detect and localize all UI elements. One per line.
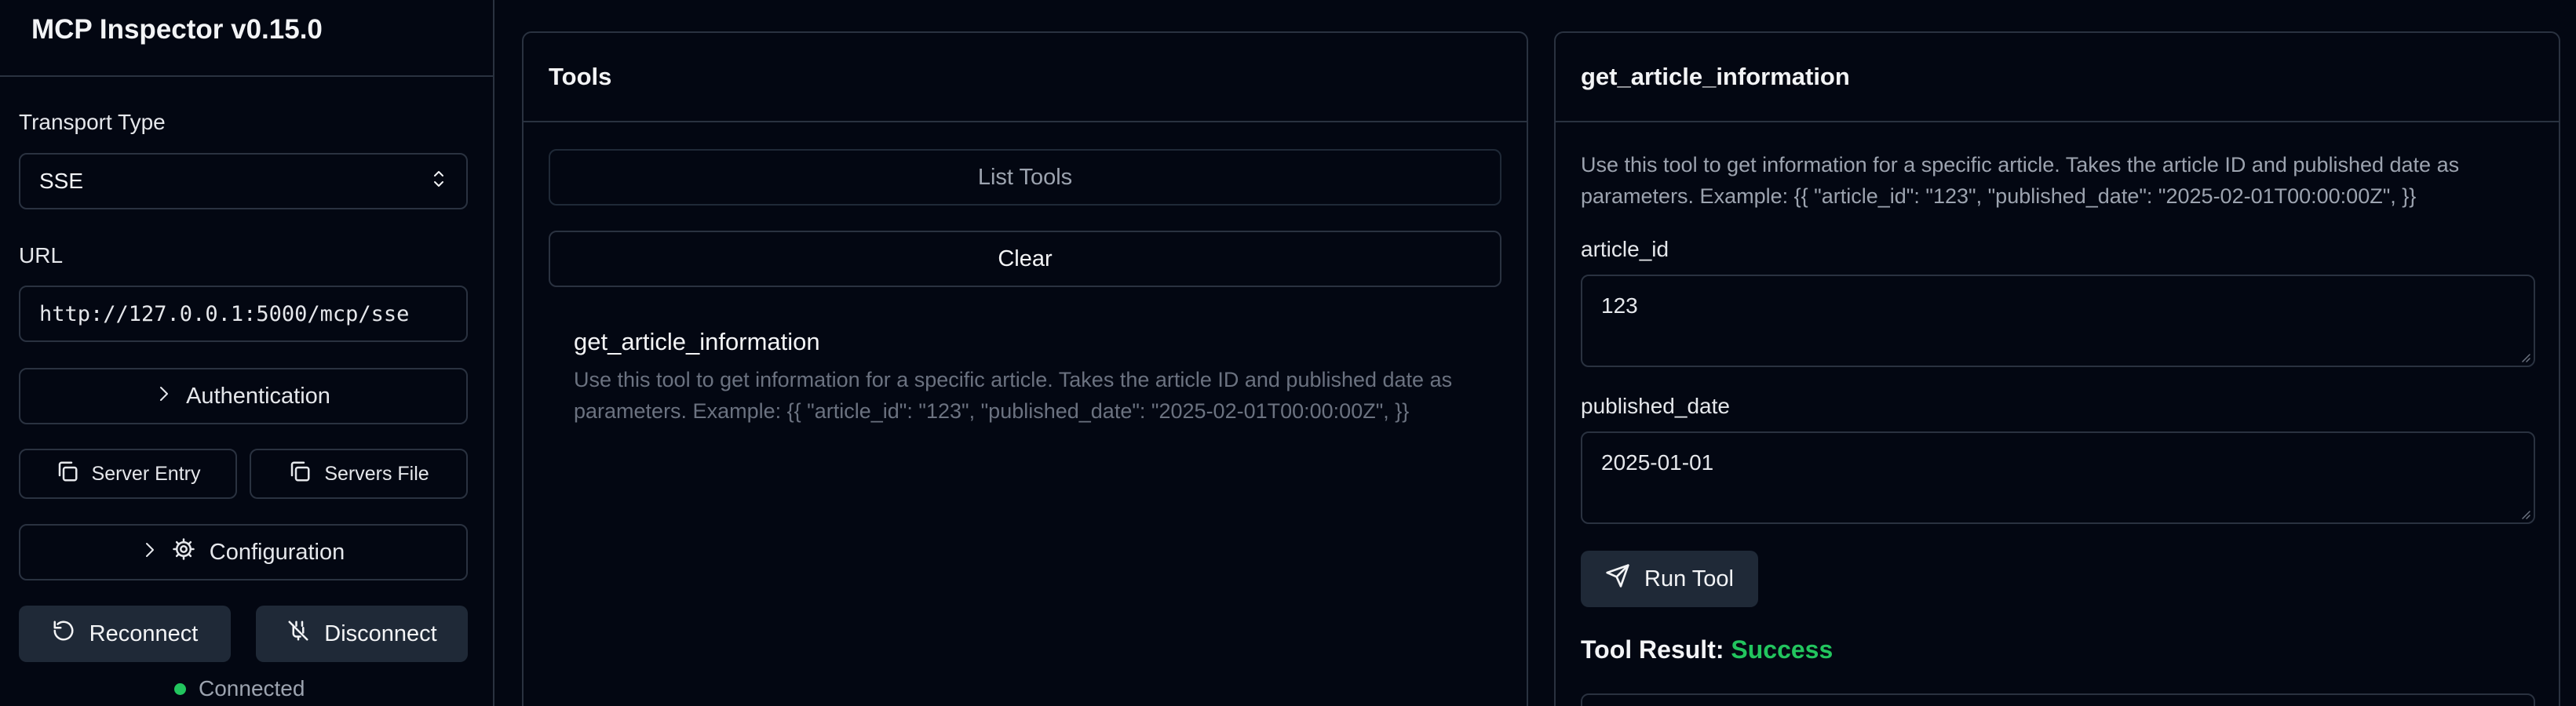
transport-type-value: SSE <box>39 169 84 193</box>
published-date-input[interactable]: 2025-01-01 <box>1581 431 2535 524</box>
url-input[interactable]: http://127.0.0.1:5000/mcp/sse <box>19 286 468 342</box>
copy-icon <box>288 460 312 489</box>
disconnect-label: Disconnect <box>324 620 437 646</box>
tools-panel-title: Tools <box>524 33 1527 122</box>
resize-grip-icon[interactable] <box>2519 508 2530 519</box>
authentication-button[interactable]: Authentication <box>19 368 468 424</box>
url-label: URL <box>19 243 64 267</box>
send-icon <box>1605 563 1630 595</box>
status-dot <box>174 682 186 695</box>
status-text: Connected <box>199 676 305 701</box>
sidebar-header: MCP Inspector v0.15.0 <box>0 0 493 77</box>
chevron-right-icon <box>142 540 158 566</box>
article-id-value: 123 <box>1601 293 1638 318</box>
published-date-value: 2025-01-01 <box>1601 450 1714 475</box>
run-tool-button[interactable]: Run Tool <box>1581 551 1758 607</box>
transport-type-select[interactable]: SSE <box>19 153 468 209</box>
tool-description: Use this tool to get information for a s… <box>574 368 1453 423</box>
sidebar: MCP Inspector v0.15.0 Transport Type SSE… <box>0 0 494 706</box>
app-title: MCP Inspector v0.15.0 <box>31 14 323 45</box>
tool-result-output <box>1581 693 2535 706</box>
reconnect-button[interactable]: Reconnect <box>19 606 231 662</box>
tool-detail-panel: get_article_information Use this tool to… <box>1554 31 2560 706</box>
server-entry-button[interactable]: Server Entry <box>19 449 237 499</box>
published-date-label: published_date <box>1581 394 1730 418</box>
chevron-updown-icon <box>430 168 447 195</box>
tool-list-item[interactable]: get_article_information Use this tool to… <box>574 328 1476 427</box>
clear-button[interactable]: Clear <box>549 231 1501 287</box>
tool-detail-description: Use this tool to get information for a s… <box>1581 153 2460 208</box>
transport-type-label: Transport Type <box>19 110 166 134</box>
unplug-icon <box>286 619 310 649</box>
tools-panel: Tools List Tools Clear get_article_infor… <box>522 31 1528 706</box>
tool-result-heading: Tool Result: Success <box>1581 635 1833 664</box>
connection-status: Connected <box>174 676 305 701</box>
tool-name: get_article_information <box>574 328 820 355</box>
list-tools-button[interactable]: List Tools <box>549 149 1501 206</box>
article-id-input[interactable]: 123 <box>1581 275 2535 367</box>
configuration-button[interactable]: Configuration <box>19 524 468 580</box>
reconnect-label: Reconnect <box>89 620 199 646</box>
tool-detail-title: get_article_information <box>1556 33 2559 122</box>
copy-icon <box>56 460 79 489</box>
tool-result-status: Success <box>1731 635 1833 664</box>
configuration-label: Configuration <box>209 539 345 565</box>
authentication-label: Authentication <box>186 383 330 409</box>
gear-icon <box>172 537 195 567</box>
chevron-right-icon <box>156 384 172 409</box>
servers-file-label: Servers File <box>324 462 429 485</box>
server-entry-label: Server Entry <box>91 462 201 485</box>
disconnect-button[interactable]: Disconnect <box>256 606 468 662</box>
tool-result-label: Tool Result: <box>1581 635 1724 664</box>
article-id-label: article_id <box>1581 237 1669 261</box>
run-tool-label: Run Tool <box>1644 566 1734 591</box>
resize-grip-icon[interactable] <box>2519 351 2530 362</box>
servers-file-button[interactable]: Servers File <box>250 449 468 499</box>
rotate-ccw-icon <box>52 619 75 649</box>
